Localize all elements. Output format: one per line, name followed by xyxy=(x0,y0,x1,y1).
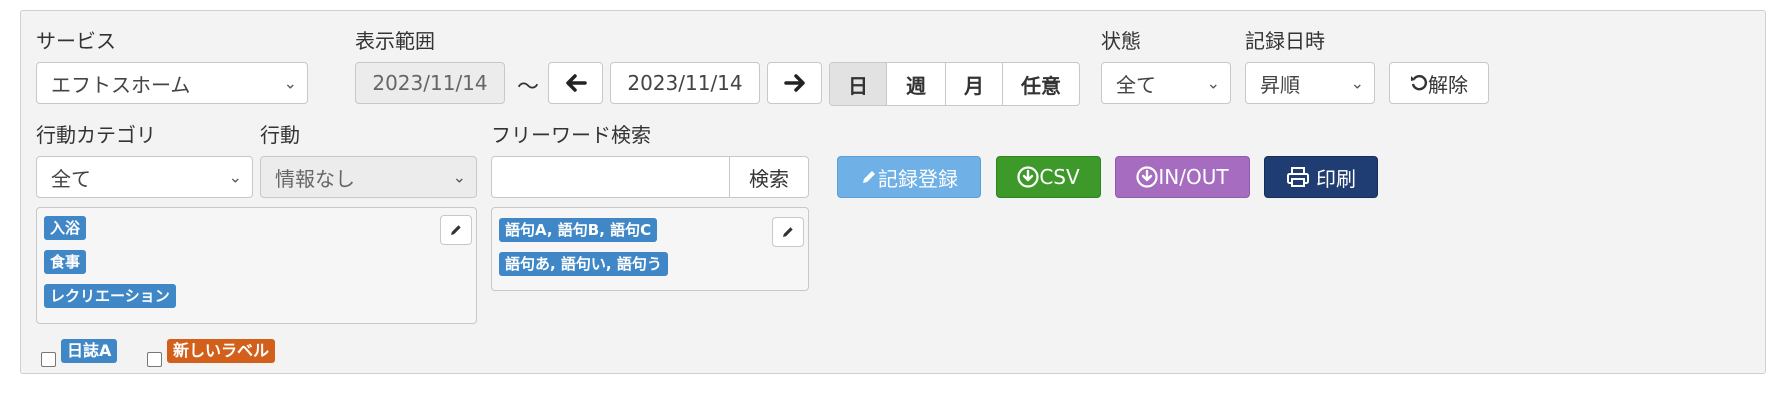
tab-month[interactable]: 月 xyxy=(945,63,1002,105)
order-select[interactable]: 昇順 ⌄ xyxy=(1245,62,1375,104)
status-label: 状態 xyxy=(1101,29,1141,53)
label-filter-checkbox[interactable] xyxy=(147,352,162,367)
label-badge-diary-a: 日誌A xyxy=(61,339,118,363)
inout-label: IN/OUT xyxy=(1158,165,1229,189)
label-badge-new-label: 新しいラベル xyxy=(167,339,276,363)
reset-label: 解除 xyxy=(1428,72,1468,97)
end-date-value: 2023/11/14 xyxy=(627,71,743,95)
pencil-icon xyxy=(451,225,461,235)
undo-icon xyxy=(1411,74,1428,91)
period-tabs: 日 週 月 任意 xyxy=(829,62,1080,106)
range-tilde: ～ xyxy=(517,75,540,100)
prev-date-button[interactable] xyxy=(548,62,603,104)
filter-panel: サービス 表示範囲 状態 記録日時 エフトスホーム ⌄ 2023/11/14 ～… xyxy=(20,10,1766,374)
category-tags-box: 入浴 食事 レクリエーション xyxy=(36,207,477,324)
label-filter-checkbox[interactable] xyxy=(41,352,56,367)
category-select-value: 全て xyxy=(51,166,91,191)
print-button[interactable]: 印刷 xyxy=(1264,156,1378,198)
register-button[interactable]: 記録登録 xyxy=(837,156,981,198)
checkbox[interactable] xyxy=(147,352,162,367)
chevron-down-icon: ⌄ xyxy=(1350,73,1364,93)
action-select-value: 情報なし xyxy=(275,166,355,191)
end-date-input[interactable]: 2023/11/14 xyxy=(610,62,760,104)
arrow-left-icon xyxy=(565,74,587,92)
keyword-tag: 語句あ, 語句い, 語句う xyxy=(499,252,668,276)
action-category-label: 行動カテゴリ xyxy=(36,123,156,147)
tab-week[interactable]: 週 xyxy=(886,63,945,105)
search-button[interactable]: 検索 xyxy=(729,156,809,198)
service-select-value: エフトスホーム xyxy=(51,72,191,97)
category-tag: 食事 xyxy=(44,250,87,274)
csv-label: CSV xyxy=(1039,165,1080,189)
category-tag: レクリエーション xyxy=(44,284,176,308)
next-date-button[interactable] xyxy=(767,62,822,104)
tab-day[interactable]: 日 xyxy=(830,63,886,105)
service-label: サービス xyxy=(36,29,116,53)
download-circle-icon xyxy=(1136,166,1158,188)
chevron-down-icon: ⌄ xyxy=(1206,73,1220,93)
status-select-value: 全て xyxy=(1116,72,1156,97)
category-select[interactable]: 全て ⌄ xyxy=(36,156,253,198)
inout-button[interactable]: IN/OUT xyxy=(1115,156,1250,198)
chevron-down-icon: ⌄ xyxy=(452,167,466,187)
edit-keyword-tags-button[interactable] xyxy=(772,217,804,247)
pencil-icon xyxy=(783,227,793,237)
record-datetime-label: 記録日時 xyxy=(1245,29,1325,53)
freeword-label: フリーワード検索 xyxy=(491,123,651,147)
print-label: 印刷 xyxy=(1316,166,1356,191)
download-circle-icon xyxy=(1017,166,1039,188)
keyword-tags-box: 語句A, 語句B, 語句C 語句あ, 語句い, 語句う xyxy=(491,207,809,291)
order-select-value: 昇順 xyxy=(1260,72,1300,97)
printer-icon xyxy=(1287,167,1309,187)
search-button-label: 検索 xyxy=(749,166,789,191)
tab-custom[interactable]: 任意 xyxy=(1002,63,1079,105)
checkbox[interactable] xyxy=(41,352,56,367)
start-date-value: 2023/11/14 xyxy=(372,71,488,95)
register-label: 記録登録 xyxy=(878,166,958,191)
csv-button[interactable]: CSV xyxy=(996,156,1101,198)
arrow-right-icon xyxy=(783,74,805,92)
freeword-input[interactable] xyxy=(491,156,730,198)
service-select[interactable]: エフトスホーム ⌄ xyxy=(36,62,308,104)
keyword-tag: 語句A, 語句B, 語句C xyxy=(499,218,658,242)
status-select[interactable]: 全て ⌄ xyxy=(1101,62,1231,104)
start-date-input[interactable]: 2023/11/14 xyxy=(355,62,505,104)
chevron-down-icon: ⌄ xyxy=(283,73,297,93)
category-tag: 入浴 xyxy=(44,216,87,240)
chevron-down-icon: ⌄ xyxy=(228,167,242,187)
edit-category-tags-button[interactable] xyxy=(440,215,472,245)
action-select[interactable]: 情報なし ⌄ xyxy=(260,156,477,198)
display-range-label: 表示範囲 xyxy=(355,29,435,53)
reset-button[interactable]: 解除 xyxy=(1389,62,1489,104)
pencil-icon xyxy=(863,171,875,183)
action-label: 行動 xyxy=(260,123,300,147)
